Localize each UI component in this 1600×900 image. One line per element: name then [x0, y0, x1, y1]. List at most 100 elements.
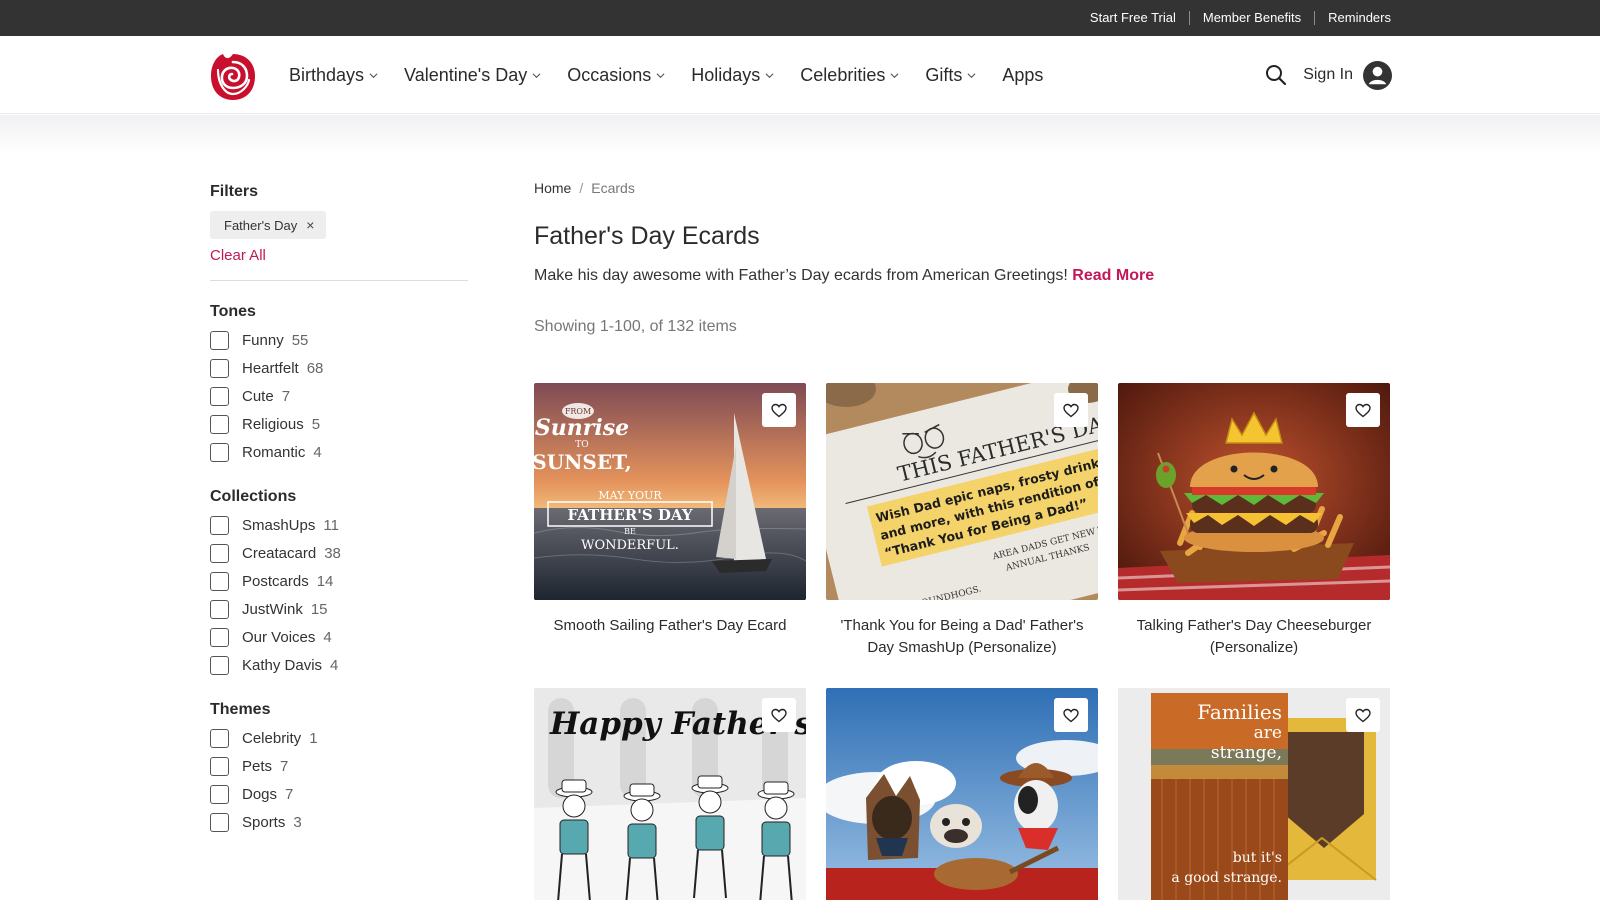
checkbox[interactable] [210, 414, 229, 434]
favorite-button[interactable] [1346, 393, 1380, 427]
heart-icon [1355, 708, 1371, 722]
option-count: 1 [309, 729, 318, 747]
ecard-thumbnail[interactable]: FROM Sunrise TO SUNSET, MAY YOUR FATHER'… [534, 383, 806, 600]
option-count: 55 [291, 331, 309, 349]
ecard-title[interactable]: Smooth Sailing Father's Day Ecard [534, 615, 806, 637]
option-count: 11 [323, 516, 339, 534]
nav-valentines-day[interactable]: Valentine's Day [404, 65, 541, 86]
ecard-title[interactable]: Talking Father's Day Cheeseburger (Perso… [1118, 615, 1390, 659]
checkbox[interactable] [210, 756, 229, 776]
nav-label: Gifts [925, 64, 963, 85]
option-label: Dogs [242, 785, 278, 803]
filter-option-our-voices[interactable]: Our Voices 4 [210, 623, 468, 651]
checkbox[interactable] [210, 330, 229, 350]
nav-apps[interactable]: Apps [1002, 65, 1043, 86]
ecard-thumbnail[interactable]: Happy Father's Day [534, 688, 806, 900]
filter-option-postcards[interactable]: Postcards 14 [210, 567, 468, 595]
clear-all-link[interactable]: Clear All [210, 247, 468, 264]
intro-copy: Make his day awesome with Father’s Day e… [534, 267, 1068, 284]
rose-logo-icon[interactable] [209, 50, 257, 102]
checkbox[interactable] [210, 515, 229, 535]
filter-option-justwink[interactable]: JustWink 15 [210, 595, 468, 623]
remove-filter-icon[interactable]: × [306, 217, 314, 233]
filter-option-smashups[interactable]: SmashUps 11 [210, 511, 468, 539]
nav-label: Occasions [567, 64, 652, 85]
filter-group-title: Tones [210, 303, 256, 320]
header-actions: Sign In [1265, 36, 1392, 114]
ecard-thumbnail[interactable]: Families are strange, but it's a good st… [1118, 688, 1390, 900]
checkbox[interactable] [210, 442, 229, 462]
nav-gifts[interactable]: Gifts [925, 65, 976, 86]
card-art-text: Sunrise [535, 415, 629, 441]
card-art-text: SUNSET, [534, 450, 632, 474]
filter-group-title: Themes [210, 701, 271, 718]
checkbox[interactable] [210, 543, 229, 563]
nav-occasions[interactable]: Occasions [567, 65, 665, 86]
read-more-link[interactable]: Read More [1072, 267, 1154, 284]
filter-option-creatacard[interactable]: Creatacard 38 [210, 539, 468, 567]
filter-option-dogs[interactable]: Dogs 7 [210, 780, 468, 808]
checkbox[interactable] [210, 784, 229, 804]
filter-option-cute[interactable]: Cute 7 [210, 382, 468, 410]
utility-links: Start Free Trial Member Benefits Reminde… [1077, 0, 1391, 36]
ecard-thumbnail[interactable]: THIS FATHER'S DAY Wish Dad epic naps, fr… [826, 383, 1098, 600]
option-count: 5 [311, 415, 321, 433]
chevron-down-icon [890, 72, 899, 78]
start-free-trial-link[interactable]: Start Free Trial [1077, 11, 1189, 25]
checkbox[interactable] [210, 812, 229, 832]
nav-birthdays[interactable]: Birthdays [289, 65, 378, 86]
favorite-button[interactable] [1346, 698, 1380, 732]
checkbox[interactable] [210, 386, 229, 406]
nav-label: Celebrities [800, 64, 886, 85]
heart-icon [1063, 403, 1079, 417]
filter-option-kathy-davis[interactable]: Kathy Davis 4 [210, 651, 468, 679]
favorite-button[interactable] [1054, 393, 1088, 427]
filter-group-title: Collections [210, 488, 297, 505]
option-label: Postcards [242, 572, 309, 590]
option-count: 3 [293, 813, 302, 831]
breadcrumb: Home / Ecards [534, 180, 1390, 196]
chevron-down-icon [532, 72, 541, 78]
card-art-text: BE [624, 527, 636, 536]
filter-option-religious[interactable]: Religious 5 [210, 410, 468, 438]
filter-option-celebrity[interactable]: Celebrity 1 [210, 724, 468, 752]
checkbox[interactable] [210, 627, 229, 647]
option-count: 68 [306, 359, 324, 377]
checkbox[interactable] [210, 728, 229, 748]
nav-holidays[interactable]: Holidays [691, 65, 774, 86]
heart-icon [771, 708, 787, 722]
divider [210, 280, 468, 281]
favorite-button[interactable] [762, 698, 796, 732]
reminders-link[interactable]: Reminders [1314, 11, 1391, 25]
option-label: Celebrity [242, 729, 302, 747]
filter-option-heartfelt[interactable]: Heartfelt 68 [210, 354, 468, 382]
checkbox[interactable] [210, 655, 229, 675]
ecard-thumbnail[interactable] [826, 688, 1098, 900]
main-content: Home / Ecards Father's Day Ecards Make h… [534, 180, 1390, 336]
favorite-button[interactable] [762, 393, 796, 427]
favorite-button[interactable] [1054, 698, 1088, 732]
option-count: 4 [323, 628, 332, 646]
checkbox[interactable] [210, 358, 229, 378]
nav-label: Valentine's Day [404, 64, 528, 85]
ecard-thumbnail[interactable] [1118, 383, 1390, 600]
filter-option-romantic[interactable]: Romantic 4 [210, 438, 468, 466]
search-icon[interactable] [1265, 64, 1287, 86]
filter-option-pets[interactable]: Pets 7 [210, 752, 468, 780]
breadcrumb-home[interactable]: Home [534, 180, 571, 196]
filter-option-sports[interactable]: Sports 3 [210, 808, 468, 836]
account-icon[interactable] [1363, 60, 1392, 90]
nav-celebrities[interactable]: Celebrities [800, 65, 899, 86]
card-art-text: MAY YOUR [598, 489, 662, 502]
checkbox[interactable] [210, 599, 229, 619]
filter-option-funny[interactable]: Funny 55 [210, 326, 468, 354]
option-count: 14 [316, 572, 334, 590]
option-label: Sports [242, 813, 286, 831]
option-count: 38 [324, 544, 341, 562]
sign-in-link[interactable]: Sign In [1303, 66, 1353, 84]
member-benefits-link[interactable]: Member Benefits [1188, 11, 1314, 25]
ecard-title[interactable]: 'Thank You for Being a Dad' Father's Day… [826, 615, 1098, 659]
checkbox[interactable] [210, 571, 229, 591]
card-art-text: WONDERFUL. [581, 538, 679, 553]
nav-label: Birthdays [289, 64, 365, 85]
